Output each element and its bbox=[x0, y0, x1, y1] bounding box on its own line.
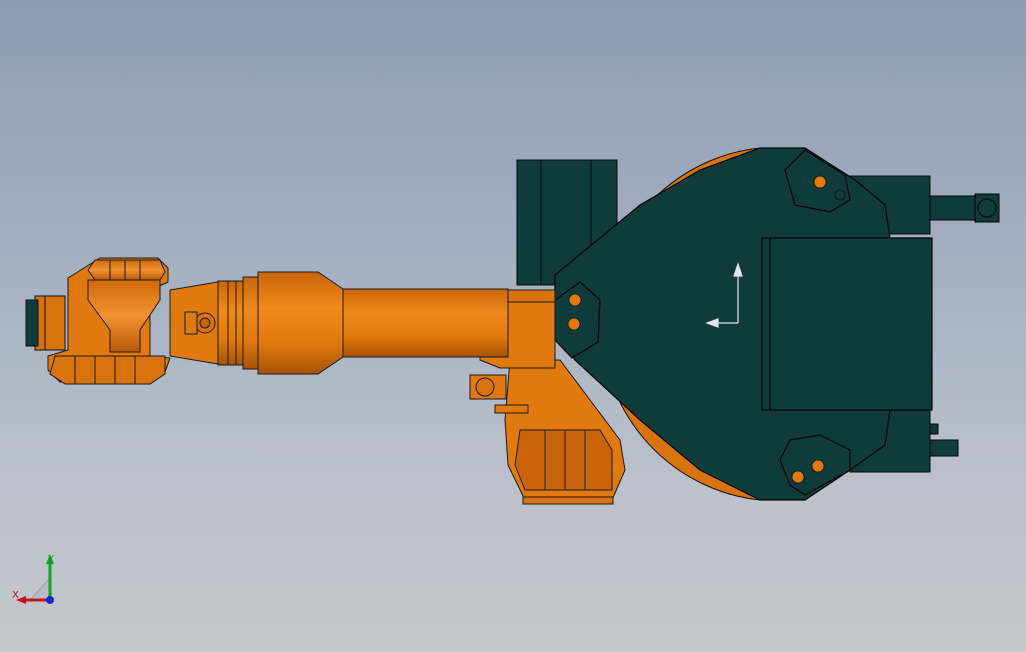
x-axis-label: X bbox=[12, 590, 19, 601]
wrist-fork bbox=[47, 257, 171, 385]
tool-flange bbox=[25, 295, 66, 351]
motor-stub-upper bbox=[929, 193, 1000, 223]
orientation-triad-icon[interactable]: Y X bbox=[8, 548, 68, 612]
motor-stub-lower bbox=[929, 423, 959, 457]
z-axis-dot-icon bbox=[46, 596, 54, 604]
y-axis-label: Y bbox=[47, 554, 55, 565]
robot-arm-model[interactable] bbox=[0, 0, 1026, 652]
graphics-viewport[interactable]: Y X bbox=[0, 0, 1026, 652]
wrist-connector bbox=[169, 281, 219, 365]
forearm-tube bbox=[217, 271, 509, 375]
